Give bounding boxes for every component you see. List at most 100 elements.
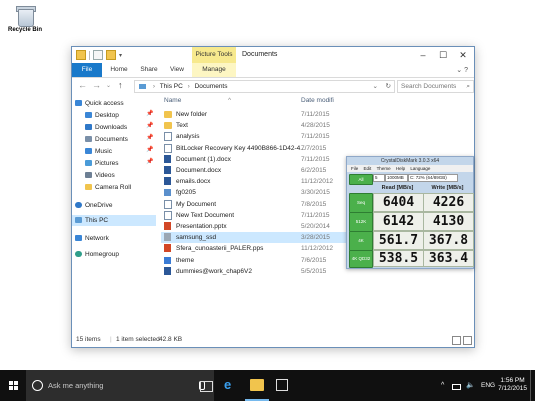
- up-arrow-icon[interactable]: ↑: [118, 80, 123, 90]
- back-arrow-icon[interactable]: ←: [78, 80, 87, 90]
- tray-chevron-icon[interactable]: ^: [441, 370, 444, 401]
- tab-share[interactable]: Share: [136, 63, 162, 77]
- cdm-menu-file[interactable]: File: [351, 166, 358, 171]
- videos-icon: [85, 172, 92, 179]
- cdm-write-header: Write [MB/s]: [431, 185, 464, 191]
- nav-this-pc[interactable]: This PC: [72, 215, 156, 226]
- new-folder-icon[interactable]: [106, 50, 116, 60]
- doc-icon: [164, 132, 172, 142]
- properties-icon[interactable]: [93, 50, 103, 60]
- file-name: My Document: [176, 200, 217, 208]
- nav-item-videos[interactable]: Videos: [85, 170, 115, 181]
- file-explorer-icon[interactable]: [250, 379, 264, 391]
- cdm-drive-select[interactable]: C: 72% (64/89GB): [408, 174, 458, 182]
- start-button[interactable]: [2, 370, 26, 401]
- nav-item-camera-roll[interactable]: Camera Roll: [85, 182, 131, 193]
- windows-logo-icon: [9, 381, 19, 391]
- nav-item-downloads[interactable]: Downloads: [85, 122, 127, 133]
- tab-manage[interactable]: Manage: [192, 63, 236, 77]
- file-name: Text: [176, 122, 188, 130]
- nav-item-desktop[interactable]: Desktop: [85, 110, 119, 121]
- search-input[interactable]: Search Documents ⌕: [397, 80, 474, 93]
- navigation-pane: Quick access Desktop 📌 Downloads 📌 Docum…: [72, 95, 156, 331]
- cdm-4k-qd32-button[interactable]: 4K QD32: [349, 250, 373, 268]
- column-header-date[interactable]: Date modifi: [301, 95, 334, 107]
- cdm-size-select[interactable]: 1000MB: [385, 174, 408, 182]
- item-count: 15 items: [76, 336, 101, 343]
- column-header-name[interactable]: Name: [164, 95, 181, 107]
- minimize-button[interactable]: –: [414, 49, 432, 61]
- cdm-4k-button[interactable]: 4K: [349, 231, 373, 251]
- cortana-search-box[interactable]: Ask me anything: [26, 370, 214, 401]
- file-date: 4/28/2015: [301, 122, 330, 130]
- large-icons-view-button[interactable]: [463, 336, 472, 345]
- chevron-down-icon[interactable]: ▾: [119, 52, 122, 59]
- folder-icon: [85, 184, 92, 191]
- nav-quick-access[interactable]: Quick access: [75, 98, 124, 109]
- breadcrumb-this-pc[interactable]: This PC: [160, 83, 183, 90]
- pictures-icon: [85, 160, 92, 167]
- folder-icon: [164, 122, 172, 130]
- recycle-bin-label: Recycle Bin: [7, 27, 43, 33]
- file-row[interactable]: New folder 7/11/2015: [161, 109, 391, 120]
- nav-onedrive[interactable]: OneDrive: [75, 200, 112, 211]
- tab-home[interactable]: Home: [106, 63, 132, 77]
- nav-label: Documents: [95, 136, 128, 143]
- cdm-menu-language[interactable]: Language: [410, 166, 430, 171]
- address-dropdown-icon[interactable]: ⌄: [373, 81, 378, 92]
- sort-indicator-icon: ^: [228, 97, 232, 104]
- nav-item-music[interactable]: Music: [85, 146, 112, 157]
- cloud-icon: [75, 202, 82, 209]
- star-icon: [75, 100, 82, 107]
- download-icon: [85, 124, 92, 131]
- cdm-seq-write: 4226: [423, 193, 474, 212]
- store-icon[interactable]: [276, 379, 288, 391]
- ribbon-help-controls[interactable]: ⌄ ?: [456, 66, 468, 74]
- cdm-runs-select[interactable]: 5: [373, 174, 385, 182]
- refresh-icon[interactable]: ↻: [386, 81, 391, 92]
- tab-file[interactable]: File: [72, 63, 102, 77]
- documents-icon: [85, 136, 92, 143]
- cdm-all-button[interactable]: All: [349, 174, 373, 185]
- breadcrumb-documents[interactable]: Documents: [195, 83, 228, 90]
- details-view-button[interactable]: [452, 336, 461, 345]
- recent-locations-icon[interactable]: ⌄: [106, 82, 111, 89]
- file-row[interactable]: BitLocker Recovery Key 4490B866-1D42-4..…: [161, 143, 391, 154]
- nav-label: Camera Roll: [95, 184, 132, 191]
- pin-icon: 📌: [146, 159, 154, 165]
- cdm-512k-button[interactable]: 512K: [349, 212, 373, 232]
- file-row[interactable]: analysis 7/11/2015: [161, 131, 391, 142]
- cdm-4k-qd32-read: 538.5: [373, 250, 424, 267]
- cdm-menu-help[interactable]: Help: [396, 166, 405, 171]
- close-button[interactable]: ✕: [454, 49, 472, 61]
- nav-homegroup[interactable]: Homegroup: [75, 249, 119, 260]
- show-desktop-button[interactable]: [530, 370, 534, 401]
- address-bar[interactable]: › This PC › Documents ⌄ ↻: [134, 80, 395, 93]
- recycle-bin-shortcut[interactable]: Recycle Bin: [6, 4, 44, 33]
- pin-icon: 📌: [146, 111, 154, 117]
- nav-item-documents[interactable]: Documents: [85, 134, 128, 145]
- picture-tools-context-tab: Picture Tools: [192, 47, 236, 63]
- network-icon: [75, 235, 82, 242]
- maximize-button[interactable]: ☐: [434, 49, 452, 61]
- file-name: emails.docx: [176, 178, 211, 186]
- edge-icon[interactable]: e: [224, 378, 238, 391]
- nav-network[interactable]: Network: [75, 233, 109, 244]
- volume-icon[interactable]: 🔈: [466, 370, 475, 401]
- cdm-menu-theme[interactable]: Theme: [377, 166, 391, 171]
- taskbar-clock[interactable]: 1:56 PM 7/12/2015: [498, 377, 527, 393]
- task-view-icon[interactable]: [200, 381, 213, 392]
- nav-label: Quick access: [85, 100, 124, 107]
- file-name: dummies@work_chap6V2: [176, 267, 252, 275]
- file-name: Document.docx: [176, 167, 222, 174]
- cortana-icon: [32, 380, 43, 391]
- language-indicator[interactable]: ENG: [481, 370, 495, 401]
- network-tray-icon[interactable]: [452, 384, 461, 390]
- forward-arrow-icon[interactable]: →: [92, 80, 101, 90]
- title-bar: ▾ Picture Tools Documents – ☐ ✕: [72, 47, 474, 63]
- file-row[interactable]: Text 4/28/2015: [161, 120, 391, 131]
- tab-view[interactable]: View: [165, 63, 189, 77]
- cdm-seq-button[interactable]: Seq: [349, 193, 373, 213]
- cdm-menu-edit[interactable]: Edit: [364, 166, 372, 171]
- nav-item-pictures[interactable]: Pictures: [85, 158, 118, 169]
